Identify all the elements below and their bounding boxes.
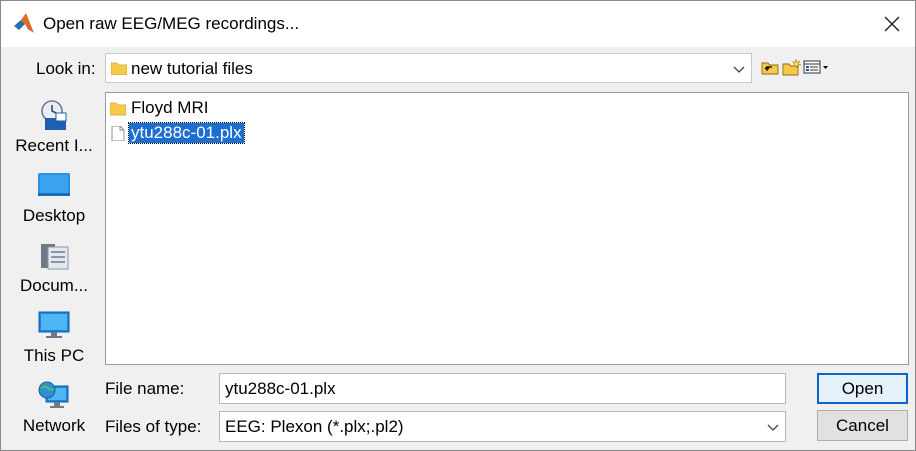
- place-this-pc[interactable]: This PC: [10, 300, 98, 370]
- file-type-value: EEG: Plexon (*.plx;.pl2): [225, 417, 404, 436]
- matlab-icon: [14, 13, 34, 33]
- chevron-down-icon: [767, 424, 779, 431]
- file-icon: [111, 126, 125, 141]
- places-bar: Recent I... Desktop Docum... This PC Net…: [10, 90, 98, 442]
- open-file-dialog: Open raw EEG/MEG recordings... Look in: …: [0, 0, 916, 451]
- place-network[interactable]: Network: [10, 370, 98, 440]
- place-label: Docum...: [19, 276, 89, 295]
- look-in-label: Look in:: [36, 59, 96, 78]
- up-one-level-icon[interactable]: [761, 58, 779, 76]
- place-recent-items[interactable]: Recent I...: [10, 90, 98, 160]
- close-button[interactable]: [869, 1, 915, 47]
- file-type-dropdown[interactable]: EEG: Plexon (*.plx;.pl2): [219, 411, 786, 442]
- folder-icon: [110, 102, 126, 116]
- open-button[interactable]: Open: [817, 373, 908, 404]
- place-label: Desktop: [22, 206, 86, 225]
- view-menu-icon[interactable]: [803, 58, 829, 76]
- file-list[interactable]: Floyd MRI ytu288c-01.plx: [105, 92, 909, 365]
- folder-icon: [111, 62, 127, 75]
- new-folder-icon[interactable]: [782, 58, 802, 76]
- place-desktop[interactable]: Desktop: [10, 160, 98, 230]
- desktop-icon: [38, 173, 70, 196]
- look-in-dropdown[interactable]: new tutorial files: [105, 53, 752, 83]
- close-icon: [884, 16, 900, 32]
- network-icon: [38, 381, 69, 408]
- place-documents[interactable]: Docum...: [10, 230, 98, 300]
- cancel-button[interactable]: Cancel: [817, 410, 908, 441]
- chevron-down-icon: [733, 66, 745, 73]
- place-label: Recent I...: [15, 136, 93, 155]
- this-pc-icon: [38, 311, 70, 338]
- look-in-value: new tutorial files: [131, 59, 253, 78]
- place-label: This PC: [23, 346, 85, 365]
- file-type-label: Files of type:: [105, 417, 202, 436]
- file-name-value: ytu288c-01.plx: [225, 379, 336, 398]
- place-label: Network: [22, 416, 86, 435]
- title-bar: Open raw EEG/MEG recordings...: [1, 1, 915, 47]
- file-name-label: File name:: [105, 379, 185, 398]
- documents-icon: [41, 244, 69, 270]
- file-name-input[interactable]: ytu288c-01.plx: [219, 373, 786, 404]
- recent-items-icon: [41, 100, 67, 130]
- window-title: Open raw EEG/MEG recordings...: [43, 14, 300, 33]
- file-name: Floyd MRI: [131, 98, 209, 117]
- file-name: ytu288c-01.plx: [128, 122, 245, 144]
